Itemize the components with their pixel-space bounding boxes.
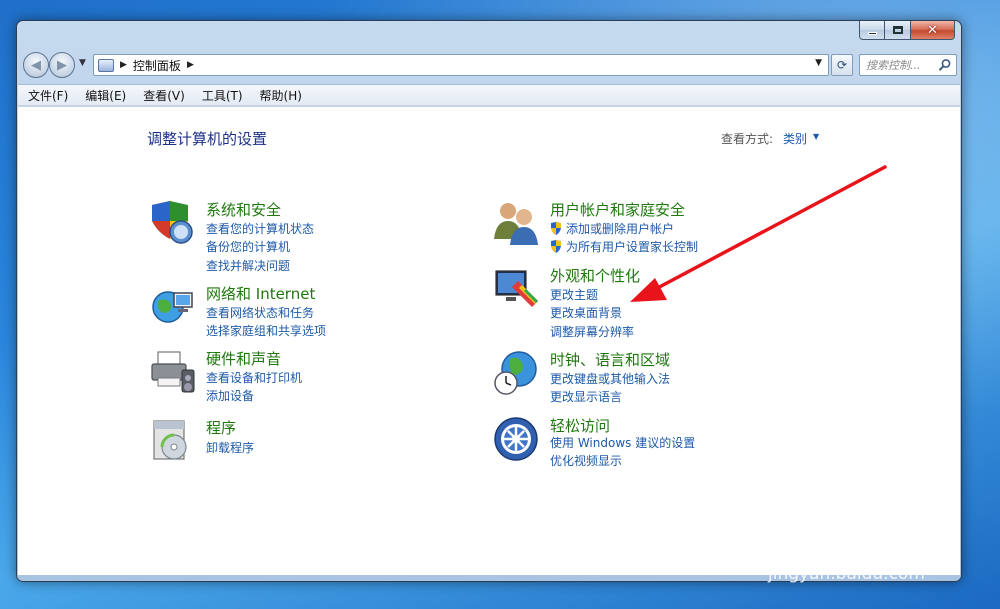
shield-icon [152,201,193,244]
refresh-icon: ⟳ [836,58,848,72]
user-accounts-title[interactable]: 用户帐户和家庭安全 [550,199,685,220]
navigation-bar: ◀ ▶ ▼ ▶ 控制面板 ▶ ▼ ⟳ 搜索控制... [23,50,957,80]
clock-language-region-title[interactable]: 时钟、语言和区域 [550,349,670,370]
minimize-icon [867,31,877,35]
programs-icon [153,420,187,460]
menu-file[interactable]: 文件(F) [28,87,68,104]
link-view-devices-printers[interactable]: 查看设备和打印机 [206,369,302,386]
menu-bar: 文件(F) 编辑(E) 查看(V) 工具(T) 帮助(H) [18,84,960,106]
search-icon[interactable] [938,58,952,72]
view-by-dropdown[interactable]: 类别 [783,130,807,147]
link-backup-computer[interactable]: 备份您的计算机 [206,238,290,255]
link-parental-controls[interactable]: 为所有用户设置家长控制 [550,238,698,255]
printer-icon [151,351,195,393]
link-windows-suggested-settings[interactable]: 使用 Windows 建议的设置 [550,434,695,451]
hardware-sound-title[interactable]: 硬件和声音 [206,348,281,369]
ease-of-access-icon [494,417,538,461]
close-button[interactable]: ✕ [911,21,955,40]
control-panel-icon [98,58,114,72]
breadcrumb-control-panel[interactable]: 控制面板 [133,57,181,74]
watermark-url: jingyan.baidu.com [768,564,925,584]
watermark-brand: Baidu [766,524,856,562]
baidu-watermark: Baidu 经验 jingyan.baidu.com [760,498,960,588]
link-change-keyboards[interactable]: 更改键盘或其他输入法 [550,370,670,387]
link-change-theme[interactable]: 更改主题 [550,286,598,303]
link-view-computer-status[interactable]: 查看您的计算机状态 [206,220,314,237]
link-homegroup-sharing[interactable]: 选择家庭组和共享选项 [206,322,326,339]
back-button[interactable]: ◀ [23,52,49,78]
refresh-button[interactable]: ⟳ [831,54,853,76]
link-add-device[interactable]: 添加设备 [206,387,254,404]
forward-button[interactable]: ▶ [49,52,75,78]
monitor-palette-icon [495,270,538,307]
menu-tools[interactable]: 工具(T) [202,87,243,104]
network-globe-icon [152,291,193,323]
maximize-button[interactable] [885,21,911,40]
users-icon [494,203,538,245]
search-placeholder: 搜索控制... [866,59,921,72]
link-troubleshoot[interactable]: 查找并解决问题 [206,257,290,274]
network-internet-title[interactable]: 网络和 Internet [206,283,315,304]
minimize-button[interactable] [859,21,885,40]
link-optimize-visual-display[interactable]: 优化视频显示 [550,452,622,469]
back-arrow-icon: ◀ [31,57,41,73]
appearance-title[interactable]: 外观和个性化 [550,265,640,286]
link-parental-controls-label: 为所有用户设置家长控制 [566,240,699,254]
programs-title[interactable]: 程序 [206,417,236,438]
view-by-label: 查看方式: [721,132,774,146]
system-security-title[interactable]: 系统和安全 [206,199,281,220]
close-icon: ✕ [927,22,938,38]
breadcrumb-separator-icon[interactable]: ▶ [187,60,194,70]
forward-arrow-icon: ▶ [57,57,67,73]
link-change-display-language[interactable]: 更改显示语言 [550,388,622,405]
view-by-chevron-down-icon[interactable]: ▼ [813,132,819,141]
link-adjust-screen-resolution[interactable]: 调整屏幕分辨率 [550,323,634,340]
caption-buttons: ✕ [859,21,955,40]
menu-view[interactable]: 查看(V) [143,87,185,104]
link-add-remove-accounts-label: 添加或删除用户帐户 [566,222,675,236]
search-input[interactable]: 搜索控制... [859,54,957,76]
page-title: 调整计算机的设置 [147,130,268,148]
link-change-desktop-background[interactable]: 更改桌面背景 [550,304,622,321]
breadcrumb-separator-icon[interactable]: ▶ [120,60,127,70]
menu-help[interactable]: 帮助(H) [260,87,302,104]
ease-of-access-title[interactable]: 轻松访问 [550,415,610,436]
maximize-icon [892,26,903,34]
link-uninstall-program[interactable]: 卸载程序 [206,439,254,456]
menu-edit[interactable]: 编辑(E) [85,87,126,104]
uac-shield-icon [551,240,561,253]
link-view-network-status[interactable]: 查看网络状态和任务 [206,304,314,321]
address-bar[interactable]: ▶ 控制面板 ▶ ▼ [93,54,829,76]
address-dropdown-icon[interactable]: ▼ [815,58,822,68]
link-add-remove-accounts[interactable]: 添加或删除用户帐户 [550,220,674,237]
globe-clock-icon [494,351,537,395]
uac-shield-icon [551,222,561,235]
recent-pages-dropdown[interactable]: ▼ [79,58,86,68]
